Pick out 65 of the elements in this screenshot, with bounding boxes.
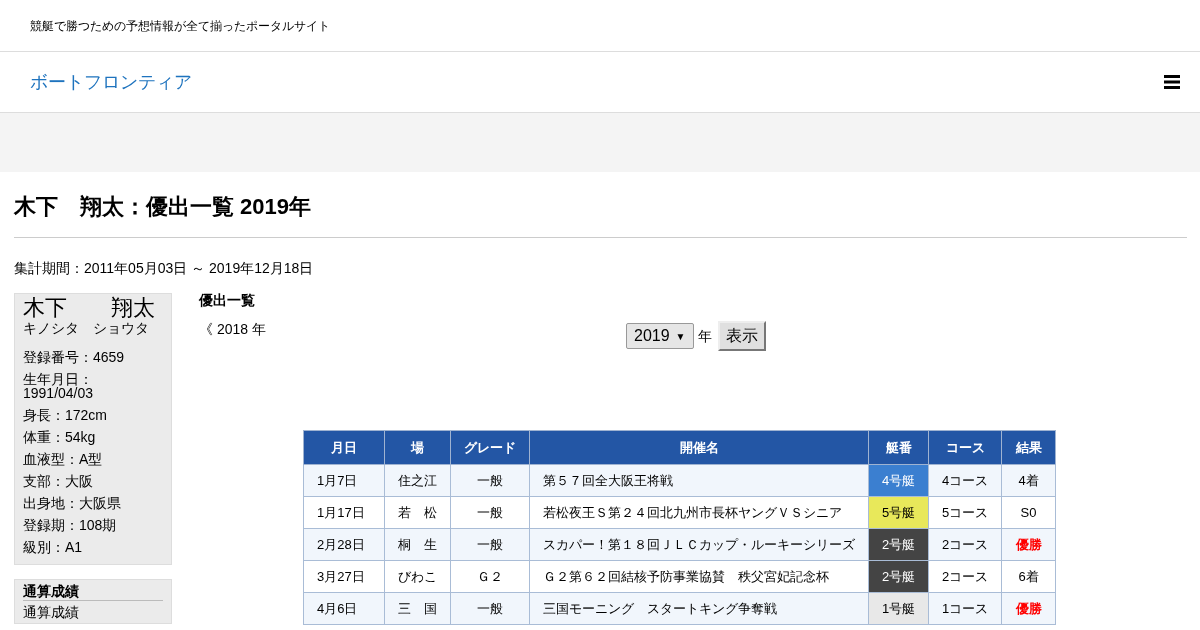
table-cell: 4着	[1001, 464, 1056, 497]
site-logo-link[interactable]: ボートフロンティア	[30, 68, 192, 96]
table-cell: 優勝	[1001, 592, 1056, 625]
table-cell: びわこ	[384, 560, 451, 593]
menu-link[interactable]: 通算成績	[23, 601, 163, 623]
show-button[interactable]: 表示	[717, 321, 766, 351]
year-select[interactable]: 2019 ▼	[626, 323, 694, 349]
table-cell: 一般	[450, 592, 530, 625]
column-header: 結果	[1001, 430, 1056, 465]
table-cell: 2コース	[928, 528, 1002, 561]
year-unit: 年	[697, 326, 712, 346]
profile-field: 出身地：大阪県	[23, 496, 163, 510]
profile-field: 支部：大阪	[23, 474, 163, 488]
table-cell: 1コース	[928, 592, 1002, 625]
racer-name: 木下 翔太	[23, 296, 156, 320]
profile-field: 登録番号：4659	[23, 350, 163, 364]
profile-field: 登録期：108期	[23, 518, 163, 532]
table-cell: 三 国	[384, 592, 451, 625]
table-cell: Ｇ２第６２回結核予防事業協賛 秩父宮妃記念杯	[529, 560, 869, 593]
table-cell: 一般	[450, 464, 530, 497]
table-cell: 6着	[1001, 560, 1056, 593]
table-cell: Ｇ２	[450, 560, 530, 593]
table-cell: 2月28日	[303, 528, 385, 561]
profile-field: 級別：A1	[23, 540, 163, 554]
table-cell: S0	[1001, 496, 1056, 529]
column-header: 場	[384, 430, 451, 465]
boat-number-cell: 1号艇	[868, 592, 929, 625]
table-cell: 5コース	[928, 496, 1002, 529]
boat-number-cell: 4号艇	[868, 464, 929, 497]
table-cell: 若 松	[384, 496, 451, 529]
racer-kana: キノシタ ショウタ	[23, 320, 150, 336]
table-cell: 4コース	[928, 464, 1002, 497]
site-tagline: 競艇で勝つための予想情報が全て揃ったポータルサイト	[30, 17, 330, 35]
table-cell: 桐 生	[384, 528, 451, 561]
profile-field: 体重：54kg	[23, 430, 163, 444]
table-cell: 若松夜王Ｓ第２４回北九州市長杯ヤングＶＳシニア	[529, 496, 869, 529]
table-cell: 一般	[450, 528, 530, 561]
table-cell: 4月6日	[303, 592, 385, 625]
boat-number-cell: 2号艇	[868, 560, 929, 593]
profile-field: 身長：172cm	[23, 408, 163, 422]
previous-year-link[interactable]: 《 2018 年	[199, 319, 266, 340]
table-cell: 一般	[450, 496, 530, 529]
section-title: 優出一覧	[199, 291, 256, 310]
column-header: 開催名	[529, 430, 869, 465]
period-text: 集計期間：2011年05月03日 ～ 2019年12月18日	[14, 259, 315, 278]
column-header: 艇番	[868, 430, 929, 465]
table-cell: 1月7日	[303, 464, 385, 497]
menu-heading: 通算成績	[23, 582, 163, 601]
table-cell: 第５７回全大阪王将戦	[529, 464, 869, 497]
boat-number-cell: 5号艇	[868, 496, 929, 529]
column-header: コース	[928, 430, 1002, 465]
profile-field: 血液型：A型	[23, 452, 163, 466]
table-cell: 三国モーニング スタートキング争奪戦	[529, 592, 869, 625]
column-header: 月日	[303, 430, 385, 465]
boat-number-cell: 2号艇	[868, 528, 929, 561]
menu-icon[interactable]	[1164, 75, 1180, 89]
table-cell: 2コース	[928, 560, 1002, 593]
table-cell: スカパー！第１８回ＪＬＣカップ・ルーキーシリーズ	[529, 528, 869, 561]
table-cell: 3月27日	[303, 560, 385, 593]
table-cell: 優勝	[1001, 528, 1056, 561]
page-title: 木下 翔太：優出一覧 2019年	[14, 172, 1187, 238]
profile-field: 生年月日： 1991/04/03	[23, 372, 163, 400]
table-cell: 住之江	[384, 464, 451, 497]
column-header: グレード	[450, 430, 530, 465]
table-cell: 1月17日	[303, 496, 385, 529]
